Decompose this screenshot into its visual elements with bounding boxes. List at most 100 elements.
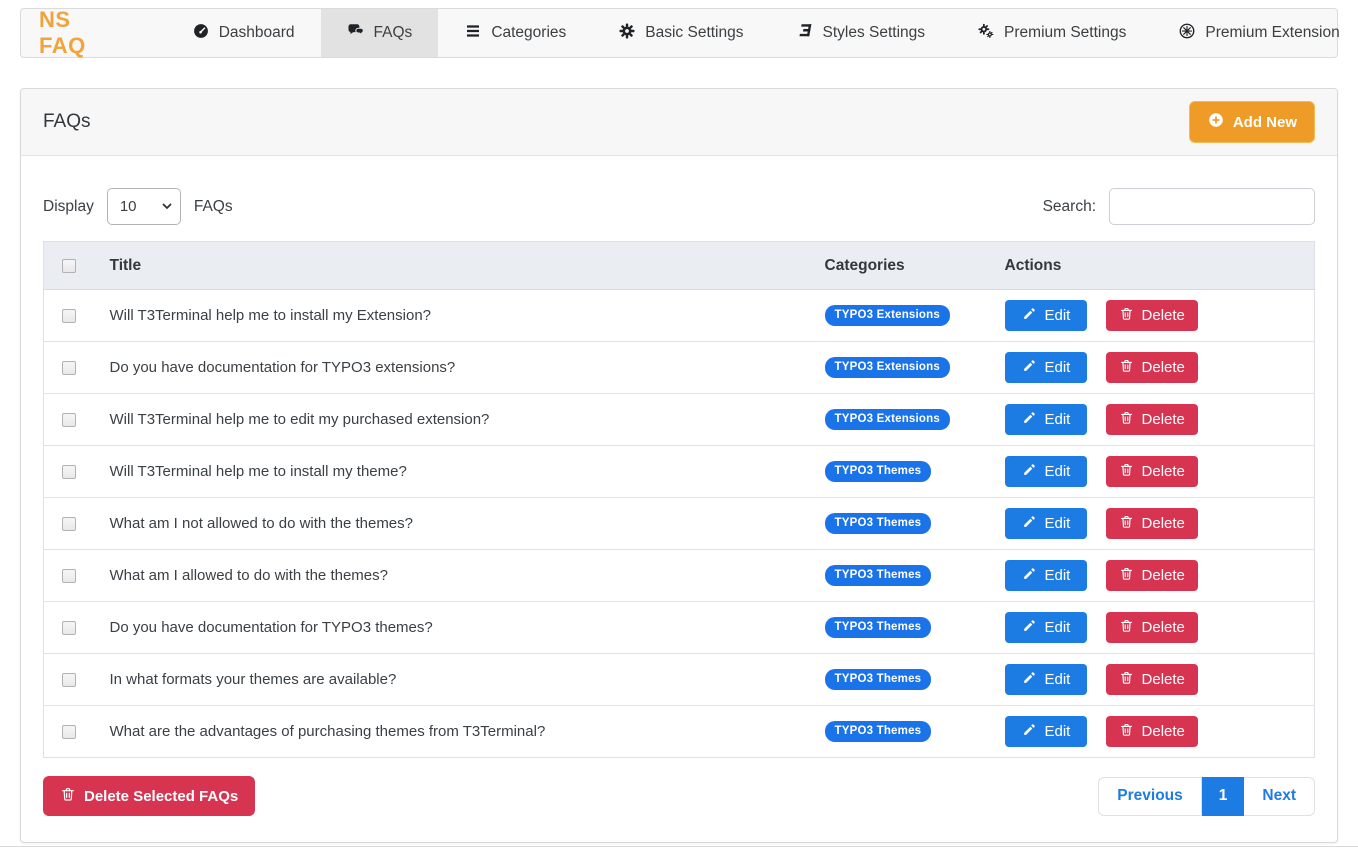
page-bottom-divider xyxy=(0,846,1358,847)
edit-button[interactable]: Edit xyxy=(1004,560,1088,591)
delete-button[interactable]: Delete xyxy=(1105,560,1198,591)
edit-button[interactable]: Edit xyxy=(1004,456,1088,487)
panel-header: FAQs Add New xyxy=(21,89,1337,156)
delete-button[interactable]: Delete xyxy=(1105,300,1198,331)
trash-icon xyxy=(1119,618,1134,637)
edit-button[interactable]: Edit xyxy=(1004,508,1088,539)
edit-button[interactable]: Edit xyxy=(1004,612,1088,643)
edit-label: Edit xyxy=(1044,463,1071,480)
delete-button[interactable]: Delete xyxy=(1105,352,1198,383)
delete-label: Delete xyxy=(1141,359,1185,376)
faqs-table: Title Categories Actions Will T3Terminal… xyxy=(43,241,1315,758)
delete-label: Delete xyxy=(1141,671,1185,688)
row-checkbox[interactable] xyxy=(62,360,76,375)
trash-icon xyxy=(1119,722,1134,741)
display-suffix-label: FAQs xyxy=(193,197,233,215)
circle-asterisk-icon xyxy=(1178,22,1196,45)
table-row: Will T3Terminal help me to edit my purch… xyxy=(43,393,1315,446)
row-checkbox[interactable] xyxy=(62,412,76,427)
pencil-icon xyxy=(1022,410,1037,429)
page-title: FAQs xyxy=(43,111,91,132)
row-checkbox[interactable] xyxy=(62,672,76,687)
delete-selected-label: Delete Selected FAQs xyxy=(84,787,239,805)
edit-button[interactable]: Edit xyxy=(1004,352,1088,383)
delete-button[interactable]: Delete xyxy=(1105,508,1198,539)
trash-icon xyxy=(1119,358,1134,377)
table-row: What am I allowed to do with the themes?… xyxy=(43,549,1315,602)
row-checkbox[interactable] xyxy=(62,516,76,531)
pagination-page-1[interactable]: 1 xyxy=(1201,776,1245,816)
delete-button[interactable]: Delete xyxy=(1105,664,1198,695)
trash-icon xyxy=(1119,462,1134,481)
category-badge: TYPO3 Themes xyxy=(824,513,932,534)
trash-icon xyxy=(1119,410,1134,429)
edit-label: Edit xyxy=(1044,411,1071,428)
table-row: Do you have documentation for TYPO3 exte… xyxy=(43,341,1315,394)
nav-item-label: FAQs xyxy=(373,24,413,41)
table-row: Will T3Terminal help me to install my th… xyxy=(43,445,1315,498)
pagination-previous[interactable]: Previous xyxy=(1098,776,1202,816)
plus-circle-icon xyxy=(1207,111,1225,133)
col-header-title: Title xyxy=(99,241,815,290)
edit-label: Edit xyxy=(1044,515,1071,532)
nav-item-faqs[interactable]: FAQs xyxy=(320,9,439,57)
row-checkbox[interactable] xyxy=(62,464,76,479)
nav-item-categories[interactable]: Categories xyxy=(438,9,592,57)
category-badge: TYPO3 Themes xyxy=(824,669,932,690)
pencil-icon xyxy=(1022,670,1037,689)
nav-item-basic-settings[interactable]: Basic Settings xyxy=(592,9,769,57)
row-checkbox[interactable] xyxy=(62,620,76,635)
edit-label: Edit xyxy=(1044,359,1071,376)
table-body: Will T3Terminal help me to install my Ex… xyxy=(43,289,1315,758)
col-header-categories: Categories xyxy=(814,241,995,290)
faq-title: Will T3Terminal help me to edit my purch… xyxy=(109,411,490,428)
row-checkbox[interactable] xyxy=(62,724,76,739)
edit-button[interactable]: Edit xyxy=(1004,404,1088,435)
table-row: Do you have documentation for TYPO3 them… xyxy=(43,601,1315,654)
table-controls: Display 10 FAQs Search: xyxy=(43,188,1315,225)
faq-title: Do you have documentation for TYPO3 exte… xyxy=(109,359,456,376)
edit-button[interactable]: Edit xyxy=(1004,300,1088,331)
edit-label: Edit xyxy=(1044,307,1071,324)
delete-label: Delete xyxy=(1141,307,1185,324)
table-row: What are the advantages of purchasing th… xyxy=(43,705,1315,758)
display-count-select[interactable]: 10 xyxy=(106,188,181,225)
category-badge: TYPO3 Extensions xyxy=(824,409,950,430)
category-badge: TYPO3 Extensions xyxy=(824,357,950,378)
nav-item-styles-settings[interactable]: Styles Settings xyxy=(770,9,952,57)
nav-item-label: Premium Extension xyxy=(1205,24,1340,41)
add-new-button[interactable]: Add New xyxy=(1188,101,1315,143)
delete-button[interactable]: Delete xyxy=(1105,716,1198,747)
delete-button[interactable]: Delete xyxy=(1105,404,1198,435)
trash-icon xyxy=(1119,514,1134,533)
display-select-wrap: 10 xyxy=(106,188,181,225)
nav-item-label: Premium Settings xyxy=(1004,24,1127,41)
delete-selected-button[interactable]: Delete Selected FAQs xyxy=(43,776,256,816)
row-checkbox[interactable] xyxy=(62,568,76,583)
table-row: Will T3Terminal help me to install my Ex… xyxy=(43,289,1315,342)
pagination-next[interactable]: Next xyxy=(1244,776,1315,816)
search-input[interactable] xyxy=(1109,188,1315,225)
row-checkbox[interactable] xyxy=(62,308,76,323)
list-icon xyxy=(464,22,482,45)
edit-button[interactable]: Edit xyxy=(1004,664,1088,695)
faq-title: In what formats your themes are availabl… xyxy=(109,671,397,688)
select-all-checkbox[interactable] xyxy=(62,258,76,273)
delete-button[interactable]: Delete xyxy=(1105,612,1198,643)
trash-icon xyxy=(1119,566,1134,585)
delete-label: Delete xyxy=(1141,411,1185,428)
pagination: Previous 1 Next xyxy=(1098,776,1315,816)
edit-button[interactable]: Edit xyxy=(1004,716,1088,747)
nav-item-premium-extension[interactable]: Premium Extension xyxy=(1152,9,1358,57)
nav-item-dashboard[interactable]: Dashboard xyxy=(166,9,321,57)
comments-icon xyxy=(347,22,365,45)
category-badge: TYPO3 Themes xyxy=(824,721,932,742)
edit-label: Edit xyxy=(1044,671,1071,688)
pencil-icon xyxy=(1022,306,1037,325)
category-badge: TYPO3 Themes xyxy=(824,617,932,638)
edit-label: Edit xyxy=(1044,723,1071,740)
delete-button[interactable]: Delete xyxy=(1105,456,1198,487)
pencil-icon xyxy=(1022,618,1037,637)
nav-item-premium-settings[interactable]: Premium Settings xyxy=(951,9,1152,57)
pencil-icon xyxy=(1022,358,1037,377)
